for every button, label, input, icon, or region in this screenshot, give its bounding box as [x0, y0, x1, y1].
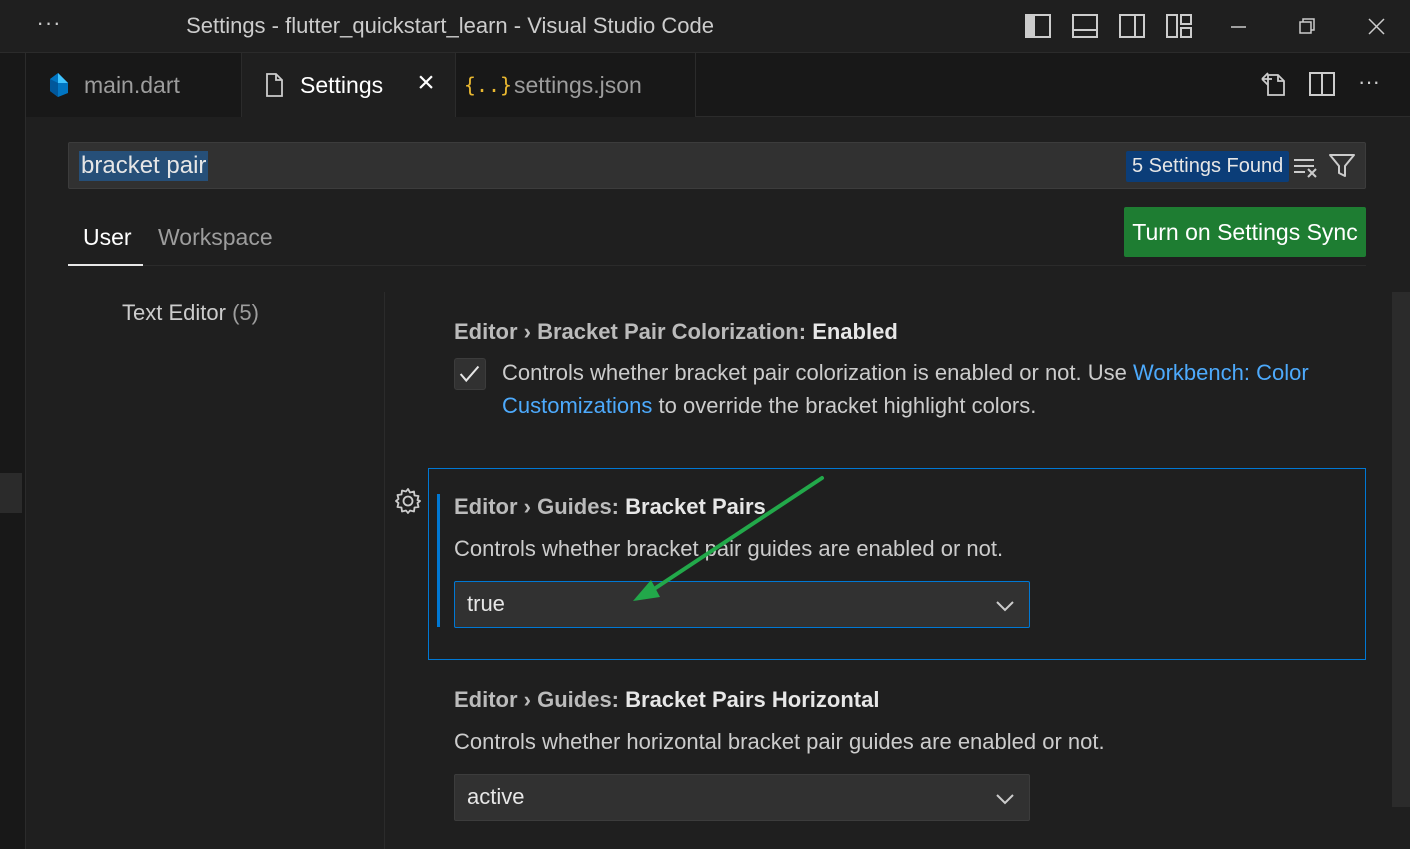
select-value: true [467, 591, 505, 616]
close-window-icon[interactable] [1360, 10, 1392, 42]
settings-toc: Text Editor (5) [68, 292, 385, 849]
settings-search-input[interactable]: bracket pair 5 Settings Found [68, 142, 1366, 189]
split-editor-icon[interactable] [1305, 67, 1339, 101]
chevron-down-icon [993, 594, 1017, 618]
tab-settings[interactable]: Settings × [242, 53, 456, 117]
tab-label: Settings [300, 71, 384, 98]
setting-guides-bracket-pairs: Editor › Guides: Bracket Pairs Controls … [428, 492, 1366, 642]
tab-main-dart[interactable]: main.dart [26, 53, 242, 117]
tab-label: main.dart [84, 71, 180, 98]
bracket-pairs-horizontal-select[interactable]: active [454, 774, 1030, 821]
checkmark-icon [459, 365, 480, 383]
setting-guides-bracket-pairs-horizontal: Editor › Guides: Bracket Pairs Horizonta… [428, 685, 1366, 849]
toc-item-text-editor[interactable]: Text Editor (5) [122, 300, 259, 326]
more-actions-icon[interactable]: ··· [1352, 67, 1386, 101]
chevron-down-icon [993, 787, 1017, 811]
title-bar: ··· Settings - flutter_quickstart_learn … [0, 0, 1410, 53]
gear-icon[interactable] [393, 486, 423, 516]
sash-marker [0, 473, 22, 513]
toggle-secondary-sidebar-icon[interactable] [1116, 10, 1148, 42]
open-settings-json-icon[interactable] [1258, 67, 1292, 101]
setting-title: Editor › Guides: Bracket Pairs Horizonta… [454, 687, 880, 712]
filter-icon[interactable] [1327, 151, 1357, 181]
settings-editor: bracket pair 5 Settings Found User Works… [26, 117, 1410, 849]
search-query[interactable]: bracket pair [79, 151, 209, 181]
setting-title: Editor › Guides: Bracket Pairs [454, 494, 766, 519]
customize-layout-icon[interactable] [1163, 10, 1195, 42]
tab-workspace[interactable]: Workspace [158, 224, 273, 251]
setting-bracket-pair-colorization: Editor › Bracket Pair Colorization: Enab… [428, 317, 1366, 437]
close-tab-icon[interactable]: × [411, 68, 441, 99]
active-tab-indicator [68, 264, 143, 266]
clear-search-icon[interactable] [1291, 153, 1319, 181]
window-title: Settings - flutter_quickstart_learn - Vi… [186, 13, 714, 38]
setting-description: Controls whether horizontal bracket pair… [454, 729, 1105, 754]
toggle-primary-sidebar-icon[interactable] [1022, 10, 1054, 42]
file-icon [260, 71, 288, 99]
dart-icon [44, 71, 72, 99]
turn-on-settings-sync-button[interactable]: Turn on Settings Sync [1124, 207, 1366, 257]
results-count-badge: 5 Settings Found [1126, 151, 1290, 182]
setting-title: Editor › Bracket Pair Colorization: Enab… [454, 319, 898, 344]
bracket-pairs-select[interactable]: true [454, 581, 1030, 628]
json-icon: {..} [463, 73, 513, 97]
setting-description: Controls whether bracket pair guides are… [454, 536, 1004, 561]
tab-label: settings.json [514, 71, 642, 98]
select-value: active [467, 784, 525, 809]
colorization-enabled-checkbox[interactable] [454, 358, 486, 390]
editor-tab-bar: main.dart Settings × {..} settings.json … [26, 53, 1410, 117]
toggle-panel-icon[interactable] [1069, 10, 1101, 42]
restore-icon[interactable] [1290, 10, 1322, 42]
minimize-icon[interactable] [1222, 10, 1254, 42]
activity-bar-edge [0, 53, 26, 849]
setting-description: Controls whether bracket pair colorizati… [502, 360, 1309, 418]
tab-user[interactable]: User [83, 224, 132, 251]
toc-item-label: Text Editor [122, 300, 226, 325]
tab-settings-json[interactable]: {..} settings.json [456, 53, 696, 117]
toc-item-count: (5) [232, 300, 259, 325]
scrollbar[interactable] [1392, 292, 1410, 807]
